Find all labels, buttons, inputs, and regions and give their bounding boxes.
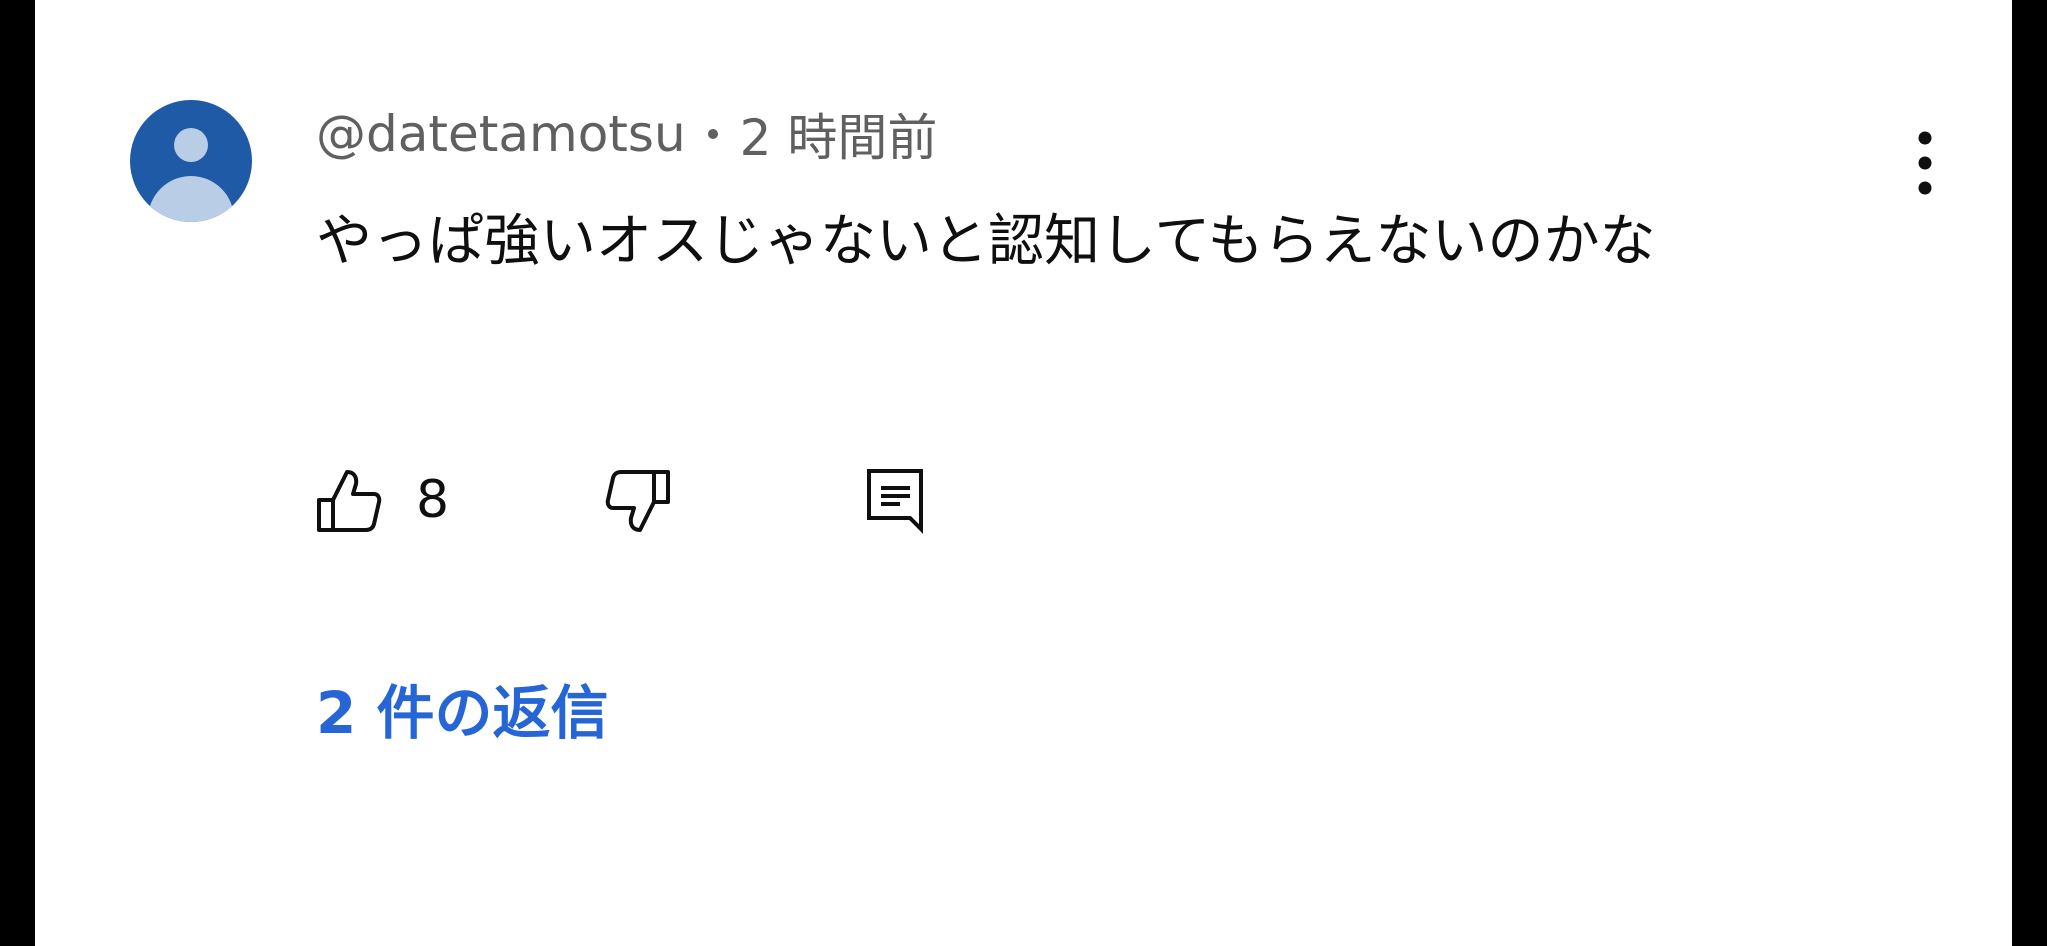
- thumb-down-icon: [605, 470, 670, 532]
- timestamp: 2 時間前: [739, 109, 938, 167]
- dislike-button[interactable]: [605, 466, 671, 536]
- separator-dot: [707, 129, 718, 139]
- thumb-up-icon: [317, 470, 382, 532]
- view-replies-button[interactable]: 2 件の返信: [316, 676, 609, 750]
- like-button[interactable]: [316, 466, 382, 536]
- avatar-head-shape: [174, 128, 208, 162]
- vertical-ellipsis-icon: [1918, 131, 1932, 195]
- like-count: 8: [416, 470, 450, 530]
- comment-meta: @datetamotsu 2 時間前: [316, 105, 937, 167]
- more-options-button[interactable]: [1897, 128, 1953, 198]
- comment-text: やっぱ強いオスじゃないと認知してもらえないのかな: [316, 209, 1656, 274]
- avatar[interactable]: [130, 100, 252, 222]
- comment-reply-icon: [867, 469, 923, 534]
- reply-button[interactable]: [864, 466, 930, 536]
- avatar-body-shape: [148, 176, 234, 222]
- comment-screen: @datetamotsu 2 時間前 やっぱ強いオスじゃないと認知してもらえない…: [35, 0, 2012, 946]
- username[interactable]: @datetamotsu: [316, 105, 686, 163]
